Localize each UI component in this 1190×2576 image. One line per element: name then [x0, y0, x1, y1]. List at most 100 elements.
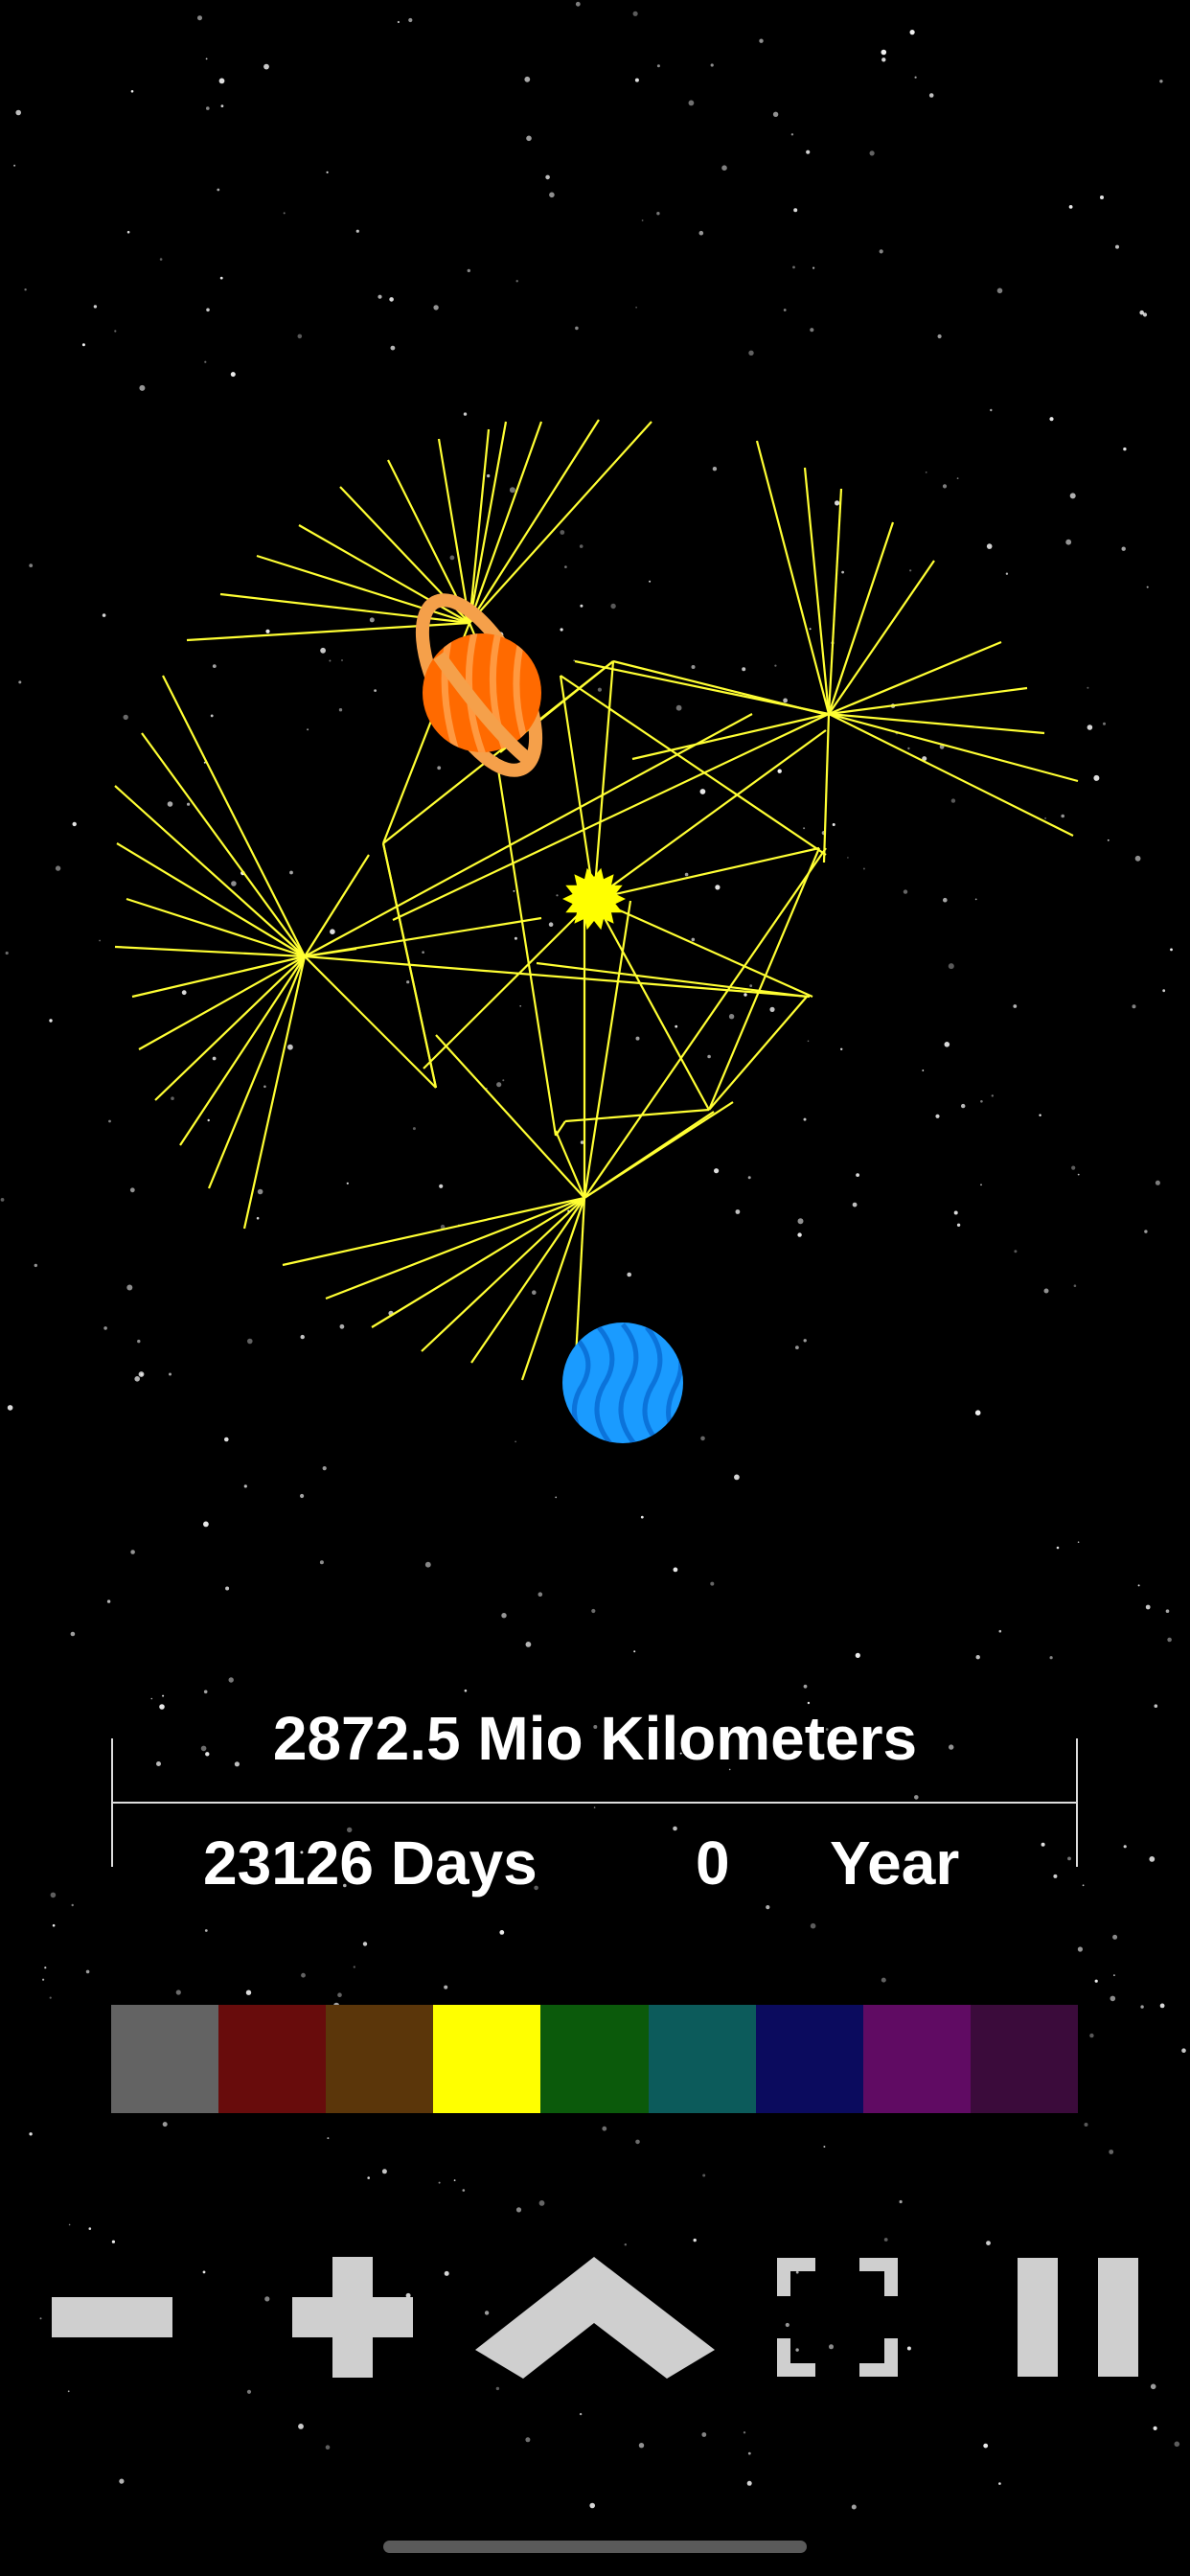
star-dot — [777, 769, 782, 773]
star-dot — [1146, 586, 1149, 588]
star-dot — [673, 1826, 677, 1831]
star-dot — [1150, 2383, 1156, 2390]
star-dot — [219, 276, 223, 280]
fullscreen-button[interactable] — [777, 2258, 898, 2377]
star-dot — [1084, 2123, 1088, 2127]
star-dot — [1107, 839, 1110, 841]
trail-line — [803, 467, 831, 715]
saturn-planet[interactable] — [400, 584, 559, 787]
star-dot — [220, 104, 224, 107]
starfield — [0, 1, 1186, 2510]
star-dot — [1112, 1934, 1118, 1940]
star-dot — [187, 802, 191, 806]
star-dot — [948, 963, 954, 970]
star-dot — [24, 288, 27, 291]
zoom-in-button[interactable] — [292, 2257, 413, 2378]
star-dot — [5, 951, 9, 955]
star-dot — [707, 1054, 711, 1059]
distance-readout: 2872.5 Mio Kilometers — [272, 1704, 918, 1773]
star-dot — [899, 2199, 903, 2204]
star-dot — [809, 628, 812, 631]
star-dot — [1077, 1946, 1083, 1952]
trail-line — [554, 1130, 586, 1199]
star-dot — [224, 1437, 229, 1442]
star-dot — [501, 1613, 507, 1619]
star-dot — [980, 1184, 982, 1186]
star-dot — [656, 212, 660, 216]
home-indicator[interactable] — [383, 2541, 807, 2553]
trail-line — [708, 996, 808, 1111]
star-dot — [881, 49, 887, 56]
star-dot — [823, 2146, 826, 2148]
star-dot — [453, 2179, 456, 2182]
star-dot — [1139, 310, 1144, 315]
star-dot — [597, 687, 603, 692]
star-dot — [106, 1599, 111, 1603]
color-swatch[interactable] — [970, 2005, 1078, 2113]
star-dot — [1094, 1979, 1098, 1983]
star-dot — [1053, 1874, 1058, 1878]
star-dot — [412, 1127, 416, 1131]
star-dot — [289, 870, 293, 875]
star-dot — [519, 1005, 521, 1007]
trail-line — [583, 900, 632, 1199]
star-dot — [49, 1996, 52, 1999]
minus-icon — [52, 2297, 172, 2337]
star-dot — [130, 90, 134, 93]
star-dot — [397, 20, 400, 24]
trail-line — [755, 440, 831, 715]
star-dot — [330, 929, 335, 934]
star-dot — [439, 1184, 444, 1188]
star-dot — [632, 11, 638, 16]
star-dot — [206, 308, 210, 312]
star-dot — [374, 689, 377, 692]
star-dot — [367, 2176, 371, 2179]
star-dot — [1089, 2033, 1094, 2038]
star-dot — [263, 1085, 266, 1089]
star-dot — [204, 360, 207, 363]
space-scene — [0, 1, 1186, 2510]
star-dot — [1056, 1546, 1060, 1550]
color-swatch[interactable] — [755, 2005, 863, 2113]
star-dot — [610, 603, 616, 610]
star-dot — [998, 1629, 1002, 1633]
star-dot — [538, 1592, 543, 1597]
star-dot — [283, 212, 286, 215]
star-dot — [162, 2122, 168, 2128]
star-dot — [111, 2240, 115, 2243]
star-dot — [496, 1082, 502, 1088]
star-dot — [1159, 2003, 1165, 2009]
star-dot — [449, 555, 455, 561]
neptune-planet[interactable] — [562, 1322, 683, 1447]
color-swatch[interactable] — [218, 2005, 327, 2113]
star-dot — [462, 2189, 466, 2192]
star-dot — [499, 1930, 505, 1935]
color-swatch[interactable] — [111, 2005, 219, 2113]
color-swatch[interactable] — [862, 2005, 971, 2113]
star-dot — [212, 1056, 217, 1061]
star-dot — [230, 372, 236, 378]
star-dot — [327, 2137, 330, 2140]
star-dot — [627, 1272, 631, 1277]
color-swatch[interactable] — [326, 2005, 434, 2113]
star-dot — [265, 629, 270, 633]
star-dot — [422, 951, 424, 954]
star-dot — [1113, 1974, 1115, 1977]
star-dot — [1181, 2048, 1186, 2053]
star-dot — [433, 305, 439, 310]
star-dot — [684, 872, 689, 877]
star-dot — [1123, 447, 1127, 451]
pause-button[interactable] — [1018, 2258, 1138, 2377]
star-dot — [772, 111, 779, 118]
star-dot — [13, 164, 16, 167]
zoom-out-button[interactable] — [52, 2297, 172, 2337]
color-swatch[interactable] — [648, 2005, 756, 2113]
star-dot — [698, 230, 704, 236]
star-dot — [928, 93, 934, 98]
star-dot — [245, 1990, 252, 1995]
color-swatch[interactable] — [433, 2005, 541, 2113]
star-dot — [326, 171, 329, 173]
tilt-view-button[interactable] — [475, 2257, 715, 2379]
color-swatch[interactable] — [540, 2005, 649, 2113]
star-dot — [589, 2502, 595, 2509]
